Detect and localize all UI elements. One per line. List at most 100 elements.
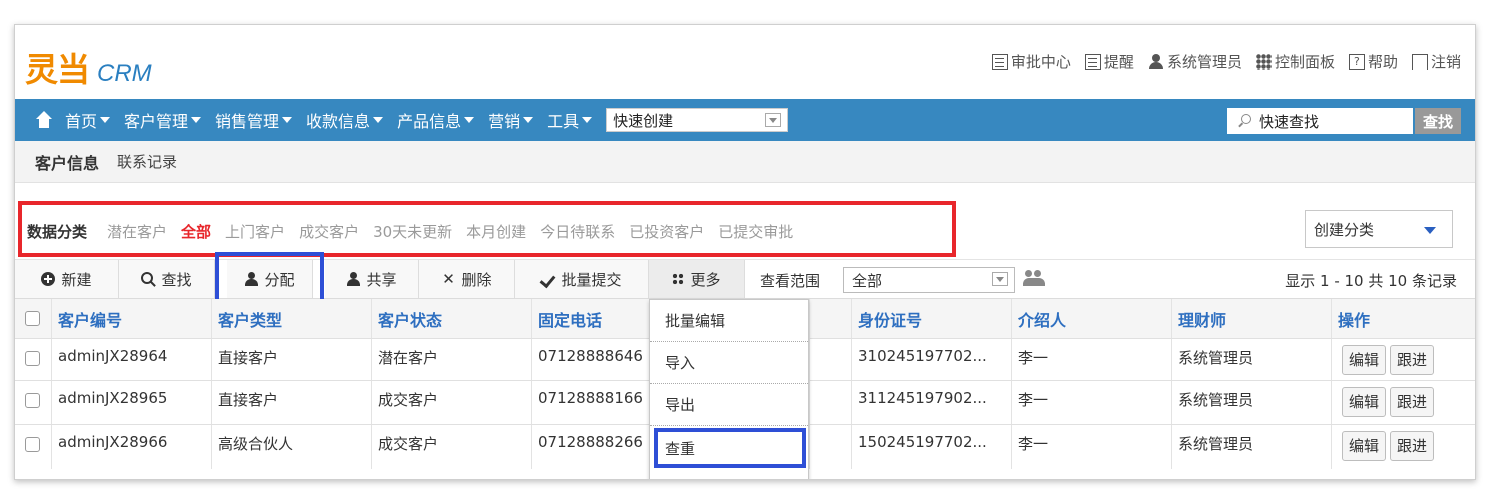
- create-category-select[interactable]: 创建分类: [1305, 210, 1453, 248]
- cell-hidden-column: [809, 381, 851, 424]
- share-button[interactable]: 共享: [325, 260, 419, 298]
- row-checkbox[interactable]: [25, 437, 40, 452]
- delete-button[interactable]: ✕ 删除: [419, 260, 515, 298]
- check-icon: [541, 272, 555, 286]
- find-button[interactable]: 查找: [119, 260, 215, 298]
- toplink-approval[interactable]: 审批中心: [991, 51, 1071, 72]
- column-header[interactable]: 固定电话: [531, 299, 651, 338]
- row-checkbox[interactable]: [25, 351, 40, 366]
- edit-button[interactable]: 编辑: [1342, 431, 1387, 461]
- caret-down-icon: [582, 117, 593, 123]
- column-header[interactable]: 身份证号: [851, 299, 1011, 338]
- batch-submit-button[interactable]: 批量提交: [515, 260, 649, 298]
- edit-button[interactable]: 编辑: [1342, 387, 1387, 417]
- menu-item-import[interactable]: 导入: [650, 342, 808, 384]
- cell-phone: 07128888166: [531, 381, 651, 424]
- category-item[interactable]: 已提交审批: [718, 221, 793, 242]
- user-icon: [1148, 53, 1164, 70]
- column-header[interactable]: 介绍人: [1011, 299, 1171, 338]
- category-item[interactable]: 已投资客户: [629, 221, 704, 242]
- tab-customer-info[interactable]: 客户信息: [35, 150, 99, 174]
- column-header[interactable]: 客户状态: [371, 299, 531, 338]
- search-button[interactable]: 查找: [1415, 108, 1461, 134]
- caret-down-icon: [523, 117, 534, 123]
- nav-payment[interactable]: 收款信息: [306, 108, 384, 132]
- column-header[interactable]: [809, 299, 851, 338]
- toplink-logout[interactable]: 注销: [1411, 51, 1461, 72]
- toolbar: 新建 查找 分配 共享 ✕ 删除 批量提交 更多 查看范围 全部 显示 1 - 1…: [15, 252, 1475, 305]
- cell-phone: 07128888646: [531, 339, 651, 380]
- quick-search-input[interactable]: 快速查找: [1227, 108, 1413, 134]
- select-all-checkbox[interactable]: [25, 311, 40, 326]
- caret-down-icon: [191, 117, 202, 123]
- home-icon[interactable]: [35, 111, 53, 129]
- follow-up-button[interactable]: 跟进: [1390, 345, 1435, 375]
- category-item[interactable]: 本月创建: [466, 221, 526, 242]
- logo: 灵当 CRM: [25, 43, 152, 91]
- record-count: 显示 1 - 10 共 10 条记录: [1285, 272, 1457, 290]
- category-item[interactable]: 潜在客户: [107, 221, 167, 242]
- scope-label: 查看范围: [760, 272, 821, 290]
- search-icon: [1237, 114, 1251, 128]
- category-item[interactable]: 30天未更新: [373, 221, 452, 242]
- cell-customer-status: 成交客户: [371, 425, 531, 469]
- main-nav: 首页 客户管理 销售管理 收款信息 产品信息 营销 工具 快速创建 快速查找 查…: [15, 99, 1475, 141]
- column-header[interactable]: 客户编号: [51, 299, 211, 338]
- menu-item-dedupe[interactable]: 查重: [654, 428, 806, 468]
- follow-up-button[interactable]: 跟进: [1390, 431, 1435, 461]
- category-bar: 数据分类 潜在客户 全部 上门客户 成交客户 30天未更新 本月创建 今日待联系…: [15, 183, 1475, 259]
- toplink-control-panel[interactable]: 控制面板: [1255, 51, 1335, 72]
- cell-actions: 编辑 跟进: [1331, 425, 1475, 469]
- cell-referrer: 李一: [1011, 381, 1171, 424]
- new-button[interactable]: 新建: [15, 260, 119, 298]
- caret-down-icon: [1424, 227, 1436, 234]
- grid-icon: [672, 273, 685, 285]
- cell-hidden-column: [809, 339, 851, 380]
- scope-select[interactable]: 全部: [843, 267, 1015, 293]
- category-item[interactable]: 上门客户: [225, 221, 285, 242]
- nav-tools[interactable]: 工具: [547, 108, 593, 132]
- column-header[interactable]: 客户类型: [211, 299, 371, 338]
- nav-home[interactable]: 首页: [65, 108, 111, 132]
- category-title: 数据分类: [27, 223, 88, 241]
- plus-circle-icon: [41, 272, 56, 286]
- toplink-help[interactable]: ? 帮助: [1348, 51, 1398, 72]
- tab-contact-records[interactable]: 联系记录: [117, 151, 177, 172]
- sub-tabs: 客户信息 联系记录: [15, 141, 1475, 183]
- category-item[interactable]: 成交客户: [299, 221, 359, 242]
- edit-button[interactable]: 编辑: [1342, 345, 1387, 375]
- toplink-user[interactable]: 系统管理员: [1148, 51, 1242, 72]
- nav-customer[interactable]: 客户管理: [124, 108, 202, 132]
- category-item-active[interactable]: 全部: [181, 221, 211, 242]
- toplink-reminder[interactable]: 提醒: [1084, 51, 1134, 72]
- top-header: 灵当 CRM 审批中心 提醒 系统管理员 控制面板 ? 帮助 注销: [15, 25, 1475, 99]
- cell-referrer: 李一: [1011, 339, 1171, 380]
- cell-customer-type: 直接客户: [211, 339, 371, 380]
- user-icon: [346, 272, 361, 286]
- menu-item-export[interactable]: 导出: [650, 384, 808, 426]
- nav-product[interactable]: 产品信息: [397, 108, 475, 132]
- cell-customer-id: adminJX28964: [51, 339, 211, 380]
- cell-id-number: 311245197902...: [851, 381, 1011, 424]
- more-button[interactable]: 更多: [649, 260, 745, 298]
- menu-item-batch-edit[interactable]: 批量编辑: [650, 300, 808, 342]
- follow-up-button[interactable]: 跟进: [1390, 387, 1435, 417]
- assign-button[interactable]: 分配: [215, 252, 324, 305]
- category-item[interactable]: 今日待联系: [540, 221, 615, 242]
- cell-customer-type: 直接客户: [211, 381, 371, 424]
- more-dropdown-menu: 批量编辑 导入 导出 查重: [649, 299, 809, 479]
- chevron-down-icon: [765, 113, 782, 127]
- cell-customer-id: adminJX28966: [51, 425, 211, 469]
- group-users-icon[interactable]: [1023, 270, 1045, 288]
- cell-id-number: 150245197702...: [851, 425, 1011, 469]
- row-checkbox[interactable]: [25, 393, 40, 408]
- cell-advisor: 系统管理员: [1171, 381, 1331, 424]
- search-icon: [141, 272, 155, 286]
- app-window: 灵当 CRM 审批中心 提醒 系统管理员 控制面板 ? 帮助 注销 首页 客户管理…: [14, 24, 1476, 480]
- cell-customer-status: 成交客户: [371, 381, 531, 424]
- nav-marketing[interactable]: 营销: [488, 108, 534, 132]
- nav-sales[interactable]: 销售管理: [215, 108, 293, 132]
- column-header[interactable]: 理财师: [1171, 299, 1331, 338]
- quick-create-select[interactable]: 快速创建: [606, 108, 789, 132]
- logo-suffix: CRM: [97, 60, 152, 87]
